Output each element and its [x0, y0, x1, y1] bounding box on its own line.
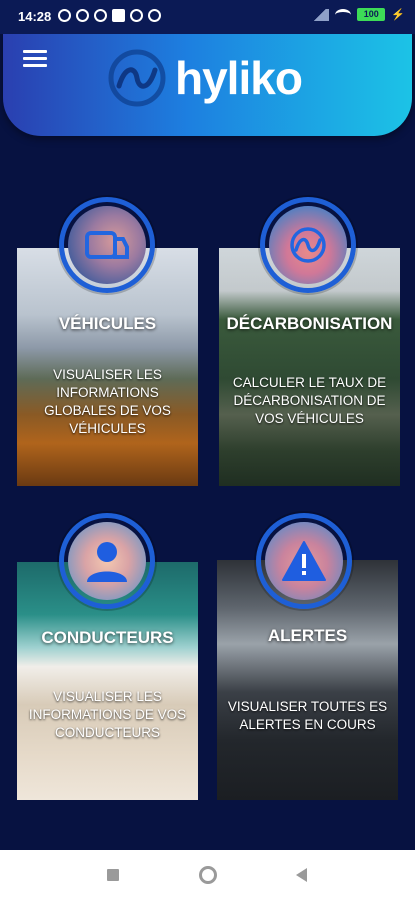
- charging-icon: ⚡: [391, 9, 405, 21]
- recents-button[interactable]: [107, 869, 119, 881]
- card-description: VISUALISER LES INFORMATIONS GLOBALES DE …: [44, 367, 171, 436]
- system-icons: 100 ⚡: [311, 8, 405, 21]
- card-title: DÉCARBONISATION: [226, 314, 393, 333]
- notification-icons: [58, 9, 161, 22]
- person-icon: [87, 542, 127, 582]
- app-header: hyliko: [3, 30, 412, 136]
- battery-icon: 100: [357, 8, 386, 21]
- card-description: VISUALISER TOUTES ES ALERTES EN COURS: [227, 699, 388, 732]
- vehicle-badge: [59, 197, 155, 293]
- menu-button[interactable]: [23, 50, 47, 70]
- notification-icon: [148, 9, 161, 22]
- home-button[interactable]: [199, 866, 217, 884]
- wifi-icon: [335, 8, 352, 21]
- vehicle-icon: [85, 231, 129, 259]
- card-title: VÉHICULES: [58, 314, 157, 333]
- warning-icon: [282, 541, 326, 581]
- hyliko-logo-icon: [290, 227, 326, 263]
- conducteurs-badge: [59, 513, 155, 609]
- notification-icon: [94, 9, 107, 22]
- app-logo: hyliko: [107, 48, 303, 108]
- youtube-icon: [112, 9, 125, 22]
- notification-icon: [58, 9, 71, 22]
- notification-icon: [130, 9, 143, 22]
- card-title: ALERTES: [267, 626, 348, 645]
- card-description: CALCULER LE TAUX DE DÉCARBONISATION DE V…: [232, 375, 387, 426]
- card-description: VISUALISER LES INFORMATIONS DE VOS CONDU…: [28, 689, 187, 740]
- status-time: 14:28: [18, 9, 52, 24]
- app-name: hyliko: [175, 52, 303, 104]
- status-bar: 14:28 100 ⚡: [0, 0, 415, 34]
- alarm-icon: [76, 9, 89, 22]
- hyliko-logo-icon: [107, 48, 167, 108]
- back-button[interactable]: [296, 868, 307, 882]
- card-title: CONDUCTEURS: [41, 628, 174, 647]
- decarbonisation-badge: [260, 197, 356, 293]
- alertes-badge: [256, 513, 352, 609]
- system-nav-bar: [0, 850, 415, 900]
- signal-icon: [311, 8, 330, 21]
